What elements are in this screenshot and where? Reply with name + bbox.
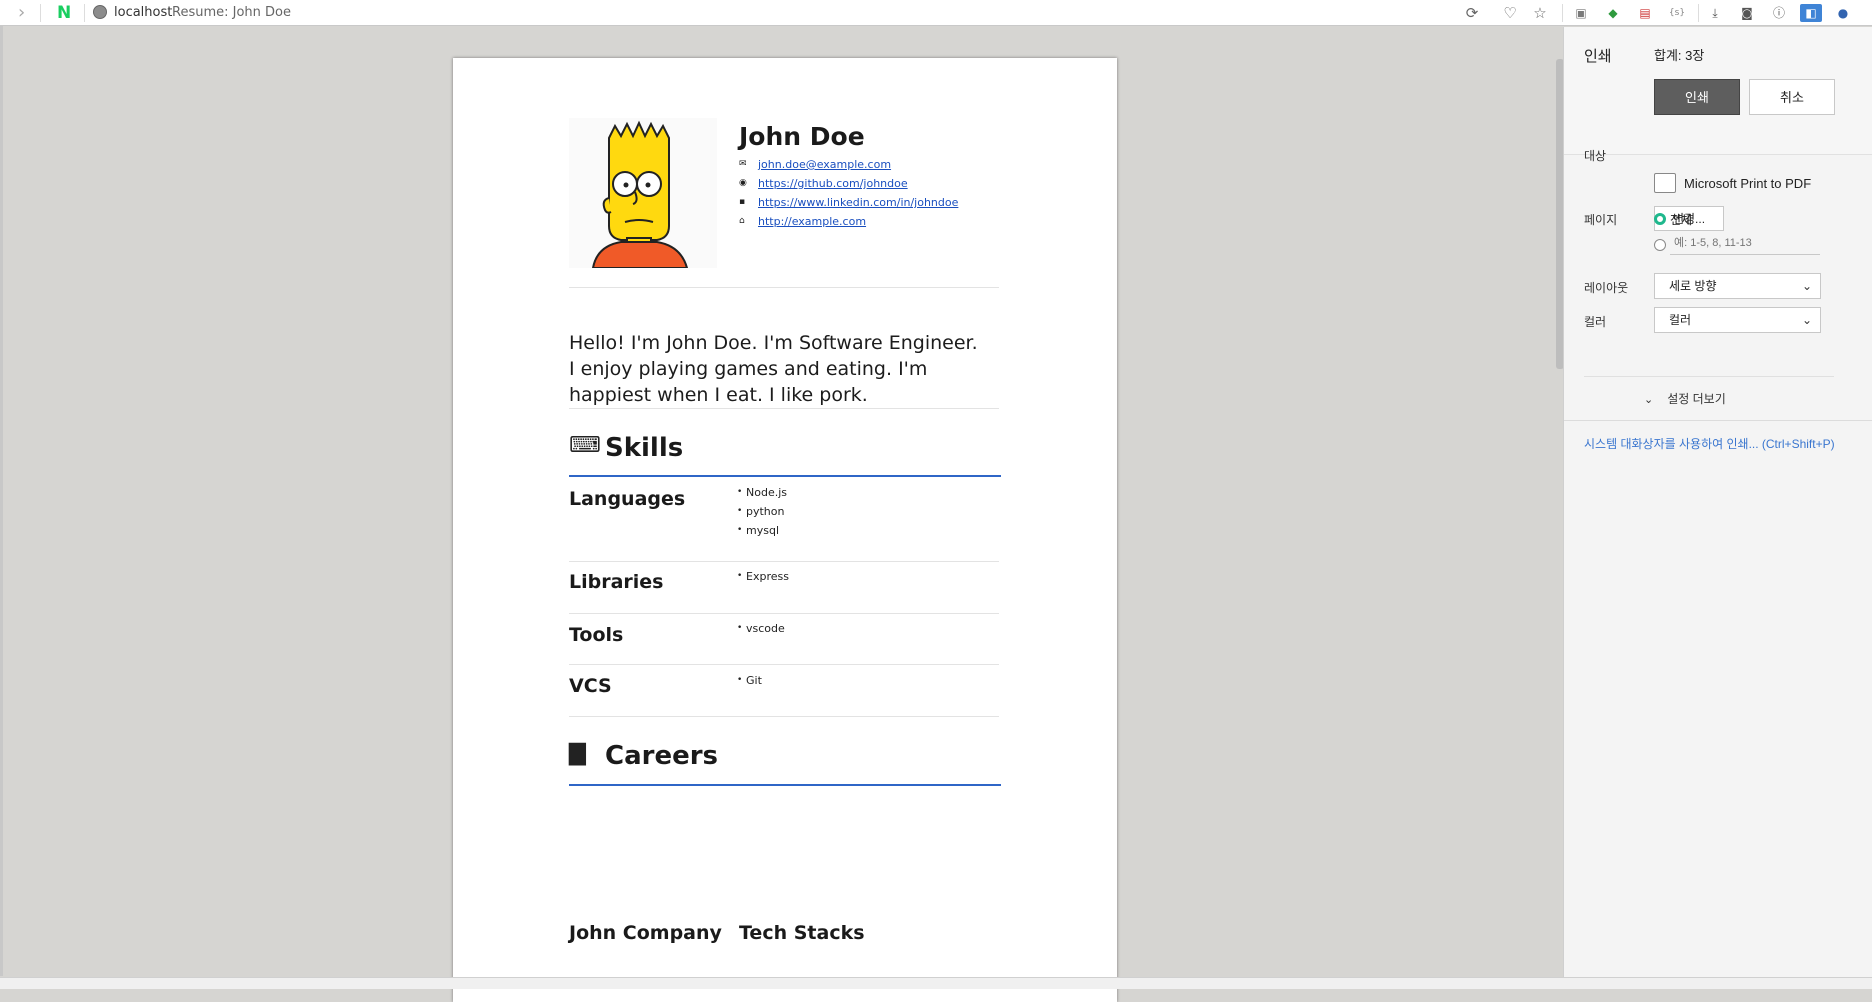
sidebar-toggle-icon[interactable]: ◧ [1800, 4, 1822, 22]
list-item: Express [737, 567, 789, 586]
careers-underline [569, 784, 1001, 786]
evernote-icon[interactable]: ◆ [1604, 4, 1622, 22]
briefcase-icon: ▇ [569, 741, 586, 766]
skill-category-vcs: VCS [569, 675, 612, 697]
layout-label: 레이아웃 [1584, 281, 1629, 295]
divider [569, 287, 999, 288]
toolbar-divider [84, 4, 85, 22]
layout-select-value: 세로 방향 [1669, 279, 1717, 293]
browser-toolbar: › N localhost Resume: John Doe ⟳ ♡ ☆ ▣ ◆… [0, 0, 1872, 26]
pages-all-label[interactable]: 전체 [1670, 211, 1692, 228]
pages-label: 페이지 [1584, 213, 1618, 227]
homepage-link[interactable]: http://example.com [758, 215, 866, 228]
address-page-title[interactable]: Resume: John Doe [172, 5, 291, 20]
skill-list-languages: Node.js python mysql [737, 483, 787, 540]
skills-underline [569, 475, 1001, 477]
divider [569, 716, 999, 717]
intro-paragraph: Hello! I'm John Doe. I'm Software Engine… [569, 332, 978, 406]
career-company: John Company [569, 922, 722, 944]
resume-name: John Doe [739, 122, 865, 151]
color-label: 컬러 [1584, 315, 1607, 329]
github-link[interactable]: https://github.com/johndoe [758, 177, 908, 190]
profile-avatar-icon[interactable]: ● [1834, 4, 1852, 22]
layout-select[interactable]: 세로 방향 ⌄ [1654, 273, 1821, 299]
linkedin-icon: ▪ [739, 197, 746, 207]
system-dialog-link[interactable]: 시스템 대화상자를 사용하여 인쇄... (Ctrl+Shift+P) [1584, 435, 1835, 452]
list-item: Git [737, 671, 762, 690]
chevron-down-icon: ⌄ [1801, 279, 1812, 293]
list-item: vscode [737, 619, 785, 638]
printer-icon [1654, 173, 1676, 193]
bookmark-star-icon[interactable]: ☆ [1530, 3, 1550, 23]
home-icon: ⌂ [739, 216, 745, 226]
profile-photo [569, 118, 717, 268]
skill-category-libraries: Libraries [569, 571, 664, 593]
list-item: python [737, 502, 787, 521]
cancel-button[interactable]: 취소 [1749, 79, 1835, 115]
divider [1584, 376, 1834, 377]
cast-extension-icon[interactable]: ▤ [1636, 4, 1654, 22]
github-icon: ◉ [739, 178, 747, 188]
skill-category-tools: Tools [569, 624, 624, 646]
email-link[interactable]: john.doe@example.com [758, 158, 891, 171]
sheet-total: 합계: 3장 [1654, 48, 1705, 63]
color-select-value: 컬러 [1669, 313, 1692, 327]
color-select[interactable]: 컬러 ⌄ [1654, 307, 1821, 333]
pages-custom-radio[interactable] [1654, 239, 1666, 251]
envelope-icon: ✉ [739, 159, 747, 169]
print-button[interactable]: 인쇄 [1654, 79, 1740, 115]
divider [1564, 420, 1872, 421]
skills-heading: ⌨ Skills [569, 433, 684, 463]
download-icon[interactable]: ⤓ [1706, 4, 1724, 22]
image-extension-icon[interactable]: ▣ [1572, 4, 1590, 22]
skill-category-languages: Languages [569, 488, 686, 510]
resume-page: John Doe ✉ john.doe@example.com ◉ https:… [453, 58, 1117, 1002]
divider [569, 561, 999, 562]
more-settings-toggle[interactable]: ⌄ 설정 더보기 [1644, 390, 1726, 407]
list-item: mysql [737, 521, 787, 540]
divider [569, 408, 999, 409]
chevron-down-icon: ⌄ [1644, 394, 1654, 406]
toolbar-divider [1698, 4, 1699, 22]
pocket-icon[interactable]: ♡ [1500, 3, 1520, 23]
laptop-code-icon: ⌨ [569, 433, 601, 458]
linkedin-link[interactable]: https://www.linkedin.com/in/johndoe [758, 196, 958, 209]
skill-list-tools: vscode [737, 619, 785, 638]
divider [569, 664, 999, 665]
career-tech-stacks: Tech Stacks [739, 922, 865, 944]
print-dialog-title: 인쇄 [1584, 48, 1612, 65]
destination-label: 대상 [1584, 149, 1607, 163]
pages-all-radio[interactable] [1654, 213, 1666, 225]
skill-list-vcs: Git [737, 671, 762, 690]
print-preview-area[interactable]: John Doe ✉ john.doe@example.com ◉ https:… [3, 27, 1564, 1002]
toolbar-divider [1562, 4, 1563, 22]
divider [569, 613, 999, 614]
toolbar-divider [40, 4, 41, 22]
reload-icon[interactable]: ⟳ [1462, 3, 1482, 23]
address-host[interactable]: localhost [114, 5, 172, 20]
forward-icon[interactable]: › [18, 2, 25, 23]
print-dialog: 인쇄 합계: 3장 인쇄 취소 대상 Microsoft Print to PD… [1563, 27, 1872, 977]
list-item: Node.js [737, 483, 787, 502]
skill-list-libraries: Express [737, 567, 789, 586]
chevron-down-icon: ⌄ [1801, 313, 1812, 327]
reader-icon[interactable]: ⓘ [1770, 4, 1788, 22]
printer-name: Microsoft Print to PDF [1684, 176, 1812, 191]
careers-heading: ▇ Careers [569, 741, 719, 771]
screenshot-icon[interactable]: ◙ [1738, 4, 1756, 22]
json-extension-icon[interactable]: {s} [1668, 4, 1686, 22]
naver-logo-icon[interactable]: N [57, 3, 73, 23]
pages-range-input[interactable] [1670, 231, 1820, 255]
bottom-status-strip [0, 977, 1872, 989]
site-info-icon[interactable] [93, 5, 107, 19]
